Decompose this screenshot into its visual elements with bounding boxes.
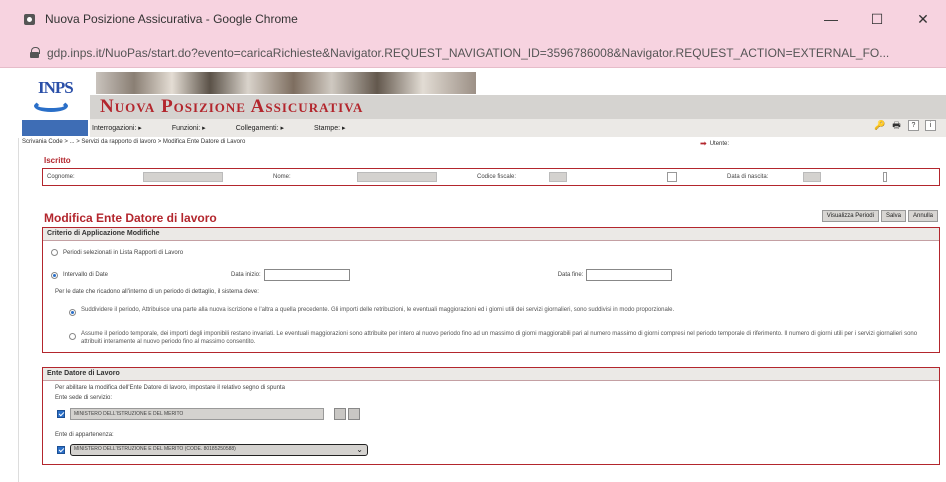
annulla-button[interactable]: Annulla	[907, 210, 938, 222]
address-bar[interactable]: gdp.inps.it/NuoPas/start.do?evento=caric…	[0, 38, 946, 68]
appartenenza-row: MINISTERO DELL'ISTRUZIONE E DEL MERITO (…	[57, 444, 368, 456]
radio-assume[interactable]	[69, 333, 76, 340]
sede-checkbox[interactable]	[57, 410, 65, 418]
help-icon[interactable]: ?	[908, 120, 919, 131]
radio-periodi-selezionati[interactable]	[51, 249, 58, 256]
option-periodi-row: Periodi selezionati in Lista Rapporti di…	[51, 249, 183, 256]
page-favicon-icon	[24, 13, 35, 25]
inps-logo-text: INPS	[38, 78, 74, 97]
header-banner-image	[96, 72, 476, 94]
ente-note: Per abilitare la modifica dell'Ente Dato…	[55, 385, 285, 391]
logo-swoosh-icon	[34, 100, 68, 112]
menu-funzioni[interactable]: Funzioni: ▸	[172, 124, 206, 132]
option-periodi-label: Periodi selezionati in Lista Rapporti di…	[63, 249, 184, 256]
ente-header: Ente Datore di Lavoro	[43, 368, 939, 381]
minimize-button[interactable]: —	[808, 11, 854, 27]
sub-option-assume-label: Assume il periodo temporale, dei importi…	[81, 331, 918, 345]
user-label: Utente:	[709, 140, 730, 147]
codice-fiscale-label: Codice fiscale:	[477, 174, 517, 180]
cognome-field	[143, 172, 223, 182]
nome-label: Nome:	[273, 174, 291, 180]
nome-field	[357, 172, 437, 182]
app-title: Nuova Posizione Assicurativa	[100, 96, 364, 117]
sub-option-suddividere-row: Suddividere il periodo, Attribuisce una …	[69, 306, 929, 316]
iscritto-title: Iscritto	[44, 156, 71, 165]
window-title: Nuova Posizione Assicurativa - Google Ch…	[45, 12, 298, 26]
info-icon[interactable]: i	[925, 120, 936, 131]
action-buttons: Visualizza Periodi Salva Annulla	[821, 210, 938, 222]
iscritto-box: Cognome: Nome: Codice fiscale: Data di n…	[42, 168, 940, 186]
appartenenza-checkbox[interactable]	[57, 446, 65, 454]
maximize-button[interactable]: ☐	[854, 11, 900, 28]
data-inizio-label: Data inizio:	[231, 272, 261, 278]
key-icon[interactable]: 🔑	[874, 120, 885, 131]
toolbar-icons: 🔑 🖶 ? i	[874, 120, 936, 131]
sede-lookup-button[interactable]	[334, 408, 346, 420]
lock-icon	[30, 47, 40, 58]
appartenenza-value: MINISTERO DELL'ISTRUZIONE E DEL MERITO (…	[74, 446, 236, 452]
inps-logo: INPS	[22, 70, 88, 120]
appartenenza-label: Ente di appartenenza:	[55, 432, 114, 438]
codice-fiscale-end	[667, 172, 677, 182]
option-intervallo-row: Intervallo di Date Data inizio: Data fin…	[51, 269, 673, 281]
data-nascita-label: Data di nascita:	[727, 174, 769, 180]
criterio-header: Criterio di Applicazione Modifiche	[43, 228, 939, 241]
sub-option-suddividere-label: Suddividere il periodo, Attribuisce una …	[81, 307, 675, 313]
data-nascita-field	[803, 172, 821, 182]
logo-caption-band	[22, 120, 88, 136]
sede-clear-button[interactable]	[348, 408, 360, 420]
data-inizio-input[interactable]	[263, 269, 350, 281]
print-icon[interactable]: 🖶	[891, 120, 902, 131]
data-fine-input[interactable]	[586, 269, 673, 281]
menu-collegamenti[interactable]: Collegamenti: ▸	[236, 124, 284, 132]
appartenenza-select[interactable]: MINISTERO DELL'ISTRUZIONE E DEL MERITO (…	[70, 444, 368, 456]
sub-option-assume-row: Assume il periodo temporale, dei importi…	[69, 330, 929, 346]
visualizza-periodi-button[interactable]: Visualizza Periodi	[821, 210, 879, 222]
codice-fiscale-field	[549, 172, 567, 182]
chevron-down-icon: ⌄	[356, 445, 363, 454]
radio-intervallo-date[interactable]	[51, 271, 58, 279]
breadcrumb: Scrivania Code > ... > Servizi da rappor…	[22, 139, 246, 145]
window-titlebar: Nuova Posizione Assicurativa - Google Ch…	[0, 0, 946, 38]
close-button[interactable]: ✕	[900, 11, 946, 28]
data-nascita-end	[883, 172, 887, 182]
sede-label: Ente sede di servizio:	[55, 395, 113, 401]
cognome-label: Cognome:	[47, 174, 75, 180]
sede-field: MINISTERO DELL'ISTRUZIONE E DEL MERITO	[70, 408, 324, 420]
radio-suddividere[interactable]	[69, 309, 76, 316]
menu-bar: Interrogazioni: ▸ Funzioni: ▸ Collegamen…	[90, 119, 946, 137]
criterio-note: Per le date che ricadono all'interno di …	[55, 289, 259, 295]
criterio-box: Criterio di Applicazione Modifiche Perio…	[42, 227, 940, 353]
menu-stampe[interactable]: Stampe: ▸	[314, 124, 346, 132]
url-text[interactable]: gdp.inps.it/NuoPas/start.do?evento=caric…	[47, 46, 937, 60]
ente-box: Ente Datore di Lavoro Per abilitare la m…	[42, 367, 940, 465]
user-indicator: ➡ Utente:	[700, 139, 729, 148]
sede-row: MINISTERO DELL'ISTRUZIONE E DEL MERITO	[57, 408, 360, 420]
data-fine-label: Data fine:	[557, 272, 584, 278]
arrow-right-icon: ➡	[700, 139, 707, 148]
salva-button[interactable]: Salva	[880, 210, 906, 222]
page-left-border	[18, 138, 19, 482]
option-intervallo-label: Intervallo di Date	[63, 272, 109, 278]
menu-interrogazioni[interactable]: Interrogazioni: ▸	[92, 124, 142, 132]
page-title: Modifica Ente Datore di lavoro	[44, 211, 217, 225]
